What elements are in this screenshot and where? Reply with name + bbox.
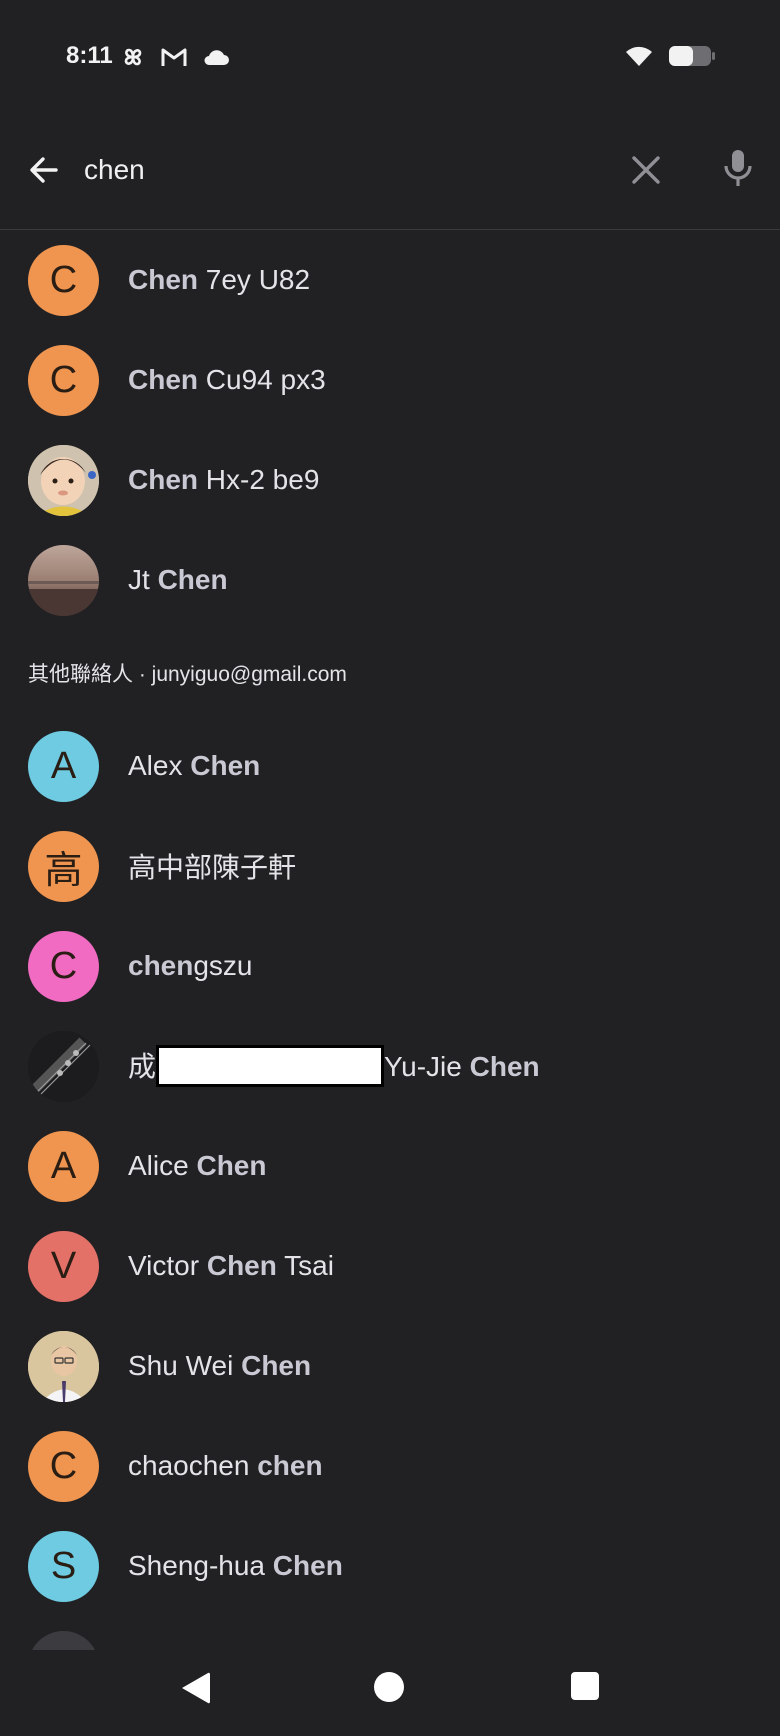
back-button[interactable] — [24, 150, 64, 190]
nav-back-icon[interactable] — [178, 1670, 212, 1706]
voice-search-button[interactable] — [720, 148, 756, 188]
other-contacts-header: 其他聯絡人 · junyiguo@gmail.com — [28, 663, 347, 686]
gmail-icon — [161, 48, 187, 66]
contact-name: 高中部陳子軒 — [128, 852, 297, 883]
avatar-photo — [28, 1030, 99, 1102]
avatar: C — [28, 244, 99, 316]
clear-search-button[interactable] — [628, 152, 664, 188]
search-bar — [0, 136, 780, 230]
contact-row[interactable]: 高 高中部陳子軒 — [0, 816, 780, 916]
avatar: C — [28, 344, 99, 416]
status-bar: 8:11 — [0, 0, 780, 116]
landscape-photo — [28, 544, 99, 616]
avatar: C — [28, 930, 99, 1002]
contact-name: Alice Chen — [128, 1150, 267, 1181]
cloud-icon — [204, 50, 229, 65]
navigation-bar — [0, 1650, 780, 1736]
contact-name: Alex Chen — [128, 750, 261, 781]
contact-name: 成 Yu-Jie Chen — [128, 1045, 540, 1088]
contact-name: chengszu — [128, 950, 253, 981]
redaction-box — [156, 1045, 385, 1088]
contact-name: chaochen chen — [128, 1450, 323, 1481]
nav-recent-icon[interactable] — [571, 1672, 599, 1700]
contact-name: Victor Chen Tsai — [128, 1250, 334, 1281]
close-icon — [632, 156, 660, 184]
guitar-photo — [28, 1030, 99, 1102]
avatar-photo — [28, 1630, 99, 1650]
nav-home-icon[interactable] — [374, 1672, 404, 1702]
battery-icon — [669, 46, 715, 66]
contact-name: Shu Wei Chen — [128, 1350, 312, 1381]
avatar: 高 — [28, 830, 99, 902]
search-input[interactable] — [84, 150, 604, 190]
contact-row[interactable]: C chaochen chen — [0, 1416, 780, 1516]
contact-row[interactable]: A Alex Chen — [0, 716, 780, 816]
contact-name: Chen Cu94 px3 — [128, 364, 326, 395]
contact-row[interactable]: A Alice Chen — [0, 1116, 780, 1216]
contact-row[interactable]: C chengszu — [0, 916, 780, 1016]
avatar: A — [28, 1130, 99, 1202]
contact-row[interactable]: Jt Chen — [0, 530, 780, 630]
avatar-photo — [28, 544, 99, 616]
contact-row-partial[interactable] — [0, 1616, 780, 1650]
results-list: C Chen 7ey U82 C Chen Cu94 px3 Chen Hx-2… — [0, 230, 780, 1650]
contact-name: Sheng-hua Chen — [128, 1550, 343, 1581]
wifi-icon — [626, 46, 652, 66]
status-icons-right — [624, 44, 716, 68]
avatar: V — [28, 1230, 99, 1302]
contact-row[interactable]: Shu Wei Chen — [0, 1316, 780, 1416]
avatar: S — [28, 1530, 99, 1602]
contact-row[interactable]: S Sheng-hua Chen — [0, 1516, 780, 1616]
pinwheel-icon — [124, 48, 142, 66]
baby-photo — [28, 444, 99, 516]
mic-icon — [724, 150, 752, 186]
contact-row[interactable]: C Chen Cu94 px3 — [0, 330, 780, 430]
contact-row[interactable]: 成 Yu-Jie Chen — [0, 1016, 780, 1116]
avatar: C — [28, 1430, 99, 1502]
status-icons-left — [120, 44, 230, 70]
avatar: A — [28, 730, 99, 802]
contact-name: Jt Chen — [128, 564, 228, 595]
contact-name: Chen 7ey U82 — [128, 264, 311, 295]
contact-name: Chen Hx-2 be9 — [128, 464, 320, 495]
avatar-photo — [28, 1330, 99, 1402]
man-photo — [28, 1330, 99, 1402]
status-time: 8:11 — [66, 42, 113, 69]
contact-row[interactable]: V Victor Chen Tsai — [0, 1216, 780, 1316]
arrow-left-icon — [30, 157, 58, 183]
contact-row[interactable]: C Chen 7ey U82 — [0, 230, 780, 330]
contact-row[interactable]: Chen Hx-2 be9 — [0, 430, 780, 530]
avatar-photo — [28, 444, 99, 516]
